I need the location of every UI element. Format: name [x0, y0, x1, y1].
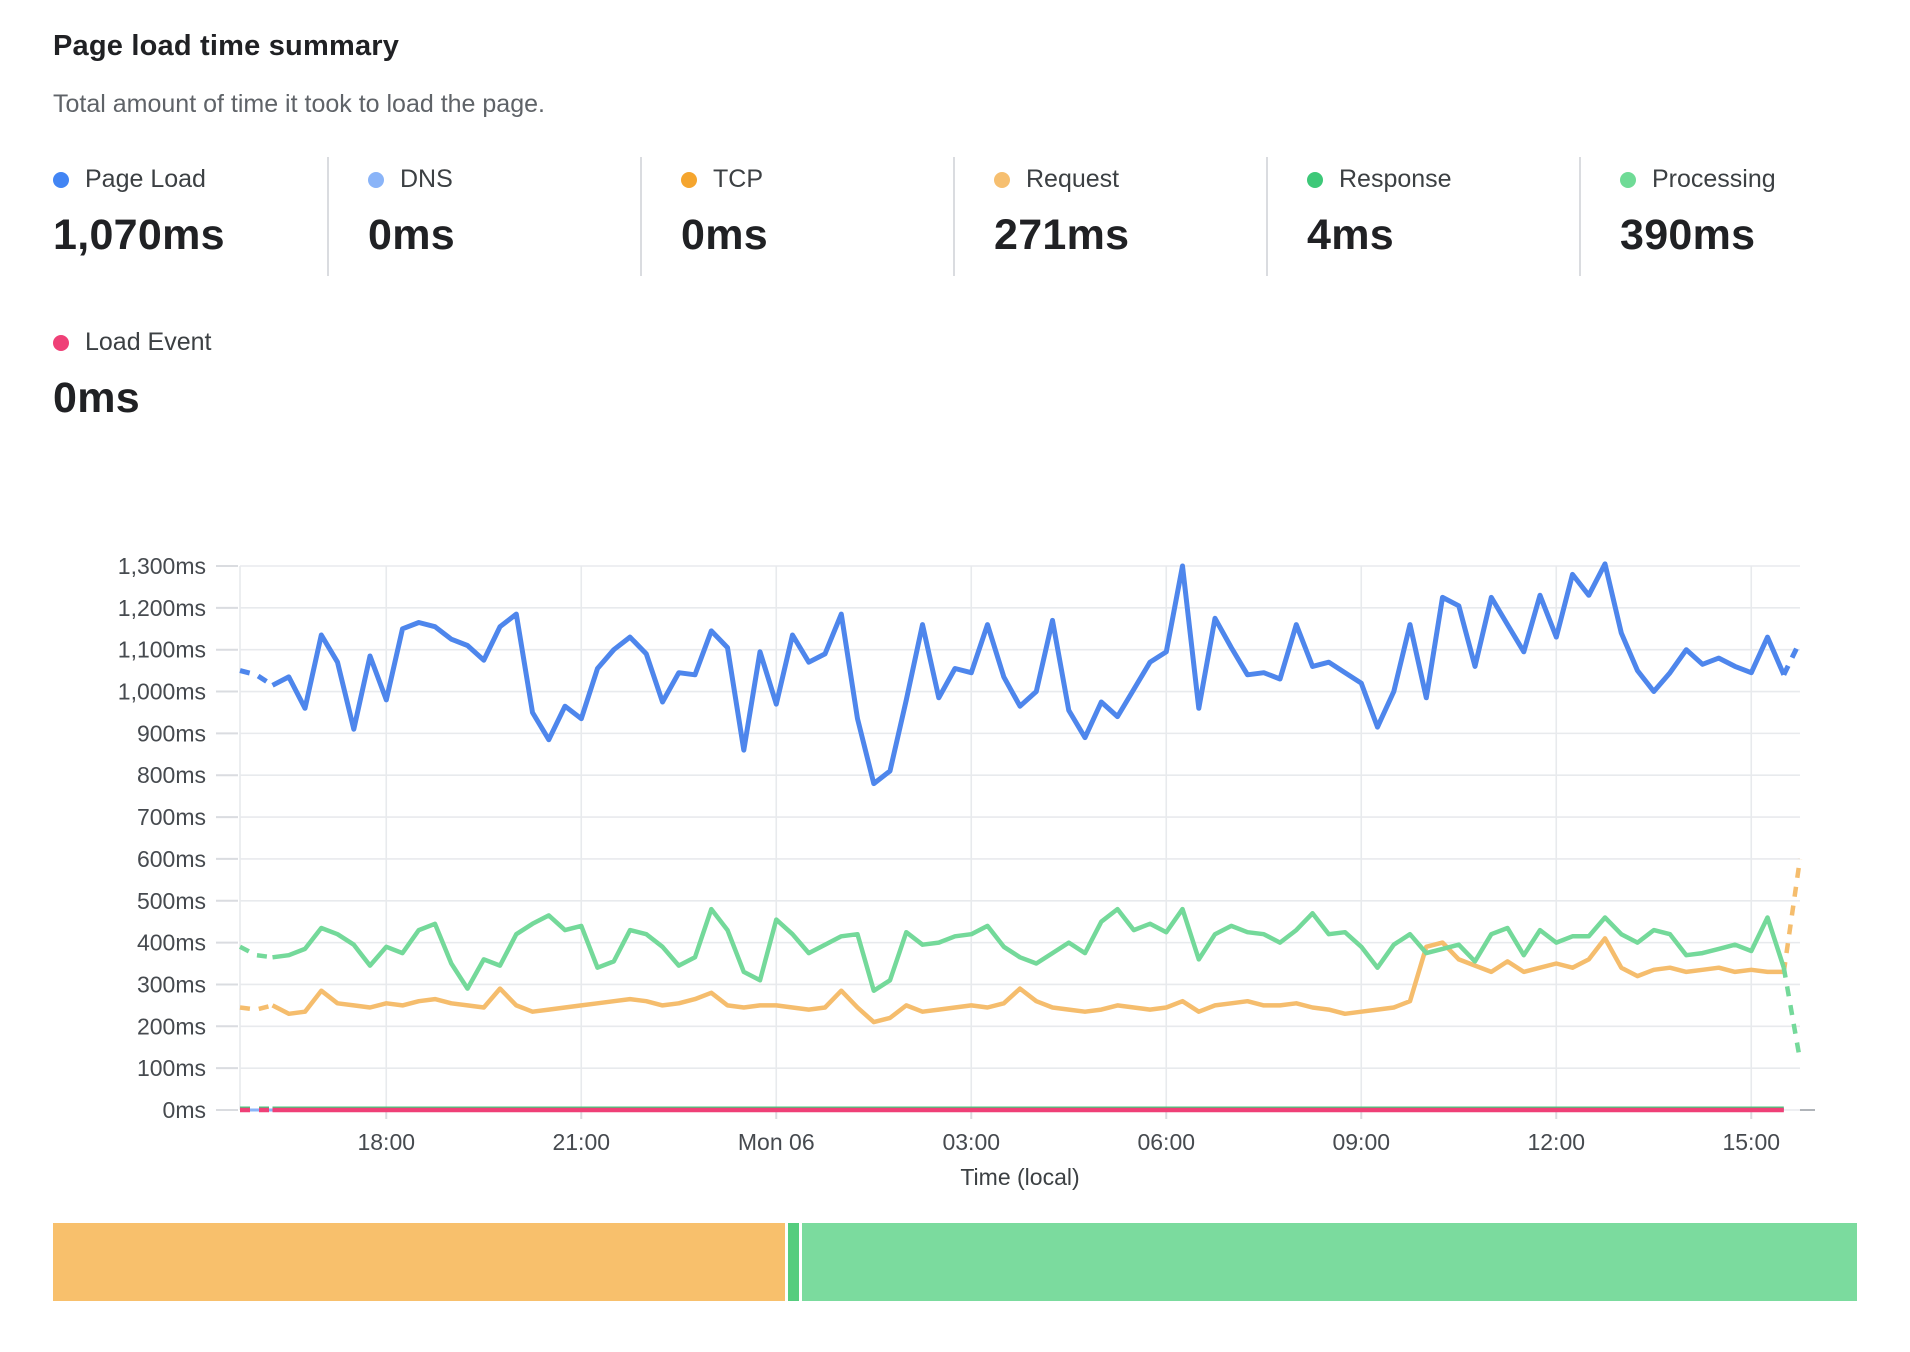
page-title: Page load time summary [53, 30, 1910, 63]
tcp-dot-icon [681, 172, 697, 188]
metric-value: 0ms [53, 374, 1910, 423]
svg-text:700ms: 700ms [137, 804, 206, 830]
svg-text:200ms: 200ms [137, 1013, 206, 1039]
svg-text:0ms: 0ms [163, 1097, 206, 1123]
page-subtitle: Total amount of time it took to load the… [53, 90, 1910, 119]
svg-text:600ms: 600ms [137, 846, 206, 872]
svg-text:1,000ms: 1,000ms [118, 679, 206, 705]
timing-ratio-bar [53, 1223, 1857, 1301]
metrics-row-2: Load Event 0ms [53, 320, 1910, 439]
metric-value: 390ms [1620, 211, 1776, 260]
processing-dot-icon [1620, 172, 1636, 188]
metric-label: Load Event [85, 328, 212, 357]
metric-response[interactable]: Response 4ms [1268, 157, 1581, 276]
metric-label: Request [1026, 165, 1119, 194]
svg-text:500ms: 500ms [137, 888, 206, 914]
metrics-row: Page Load 1,070ms DNS 0ms TCP 0ms Reques… [53, 157, 1910, 276]
metric-label: Response [1339, 165, 1452, 194]
svg-text:400ms: 400ms [137, 930, 206, 956]
metric-label: Page Load [85, 165, 206, 194]
chart-header: Page load time summary Total amount of t… [0, 0, 1910, 119]
metric-label: Processing [1652, 165, 1776, 194]
metric-processing[interactable]: Processing 390ms [1581, 157, 1776, 276]
metric-label: TCP [713, 165, 763, 194]
svg-text:18:00: 18:00 [357, 1129, 415, 1155]
metric-value: 0ms [368, 211, 640, 260]
svg-text:1,200ms: 1,200ms [118, 595, 206, 621]
svg-text:900ms: 900ms [137, 720, 206, 746]
svg-text:21:00: 21:00 [552, 1129, 610, 1155]
svg-text:300ms: 300ms [137, 971, 206, 997]
metric-value: 4ms [1307, 211, 1579, 260]
svg-text:1,100ms: 1,100ms [118, 637, 206, 663]
svg-text:09:00: 09:00 [1332, 1129, 1390, 1155]
svg-text:06:00: 06:00 [1137, 1129, 1195, 1155]
response-dot-icon [1307, 172, 1323, 188]
metric-request[interactable]: Request 271ms [955, 157, 1268, 276]
metric-label: DNS [400, 165, 453, 194]
svg-text:12:00: 12:00 [1527, 1129, 1585, 1155]
page-load-dot-icon [53, 172, 69, 188]
metric-value: 1,070ms [53, 211, 327, 260]
svg-text:15:00: 15:00 [1722, 1129, 1780, 1155]
svg-text:1,300ms: 1,300ms [118, 553, 206, 579]
metric-page-load[interactable]: Page Load 1,070ms [53, 157, 329, 276]
response-share [788, 1223, 799, 1301]
svg-text:Mon 06: Mon 06 [738, 1129, 815, 1155]
metric-load-event[interactable]: Load Event 0ms [53, 320, 1910, 439]
metric-tcp[interactable]: TCP 0ms [642, 157, 955, 276]
processing-share [802, 1223, 1857, 1301]
metric-value: 271ms [994, 211, 1266, 260]
svg-text:Time (local): Time (local) [960, 1164, 1079, 1190]
load-event-dot-icon [53, 335, 69, 351]
metric-dns[interactable]: DNS 0ms [329, 157, 642, 276]
dns-dot-icon [368, 172, 384, 188]
page: { "header": { "title": "Page load time s… [0, 0, 1910, 1352]
load-time-chart: 0ms 100ms 200ms 300ms 400ms 500ms 600ms 700ms 80… [0, 520, 1910, 1200]
svg-text:03:00: 03:00 [942, 1129, 1000, 1155]
request-dot-icon [994, 172, 1010, 188]
metric-value: 0ms [681, 211, 953, 260]
svg-text:100ms: 100ms [137, 1055, 206, 1081]
chart-svg: 0ms 100ms 200ms 300ms 400ms 500ms 600ms 700ms 80… [0, 520, 1910, 1200]
request-share [53, 1223, 785, 1301]
svg-text:800ms: 800ms [137, 762, 206, 788]
